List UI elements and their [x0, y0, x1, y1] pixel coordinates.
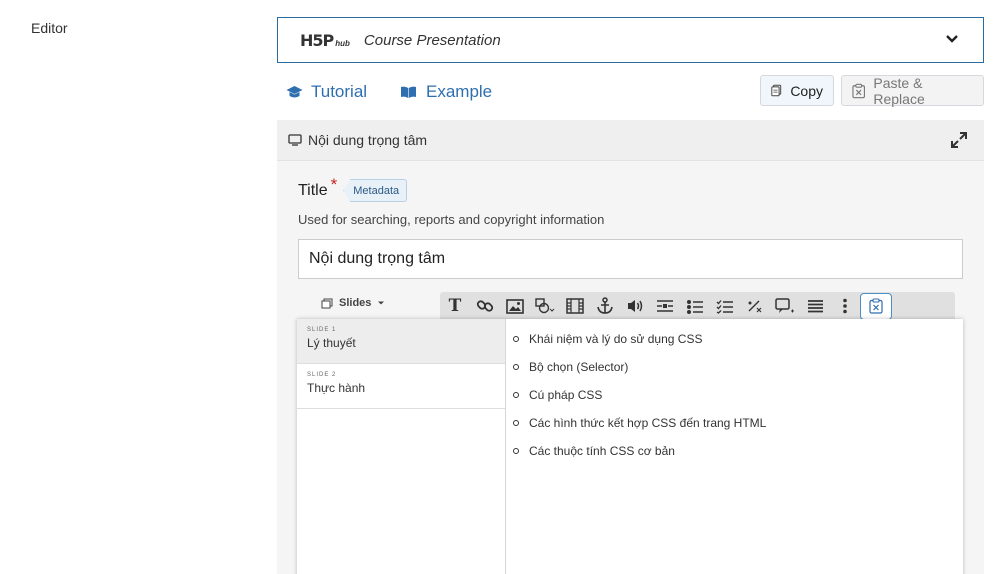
bullet-icon — [513, 420, 519, 426]
more-icon[interactable] — [830, 292, 860, 320]
audio-icon[interactable] — [620, 292, 650, 320]
math-icon[interactable] — [740, 292, 770, 320]
image-icon[interactable] — [500, 292, 530, 320]
panel-title: Nội dung trọng tâm — [308, 132, 428, 148]
graduation-cap-icon — [286, 86, 303, 98]
tutorial-link[interactable]: Tutorial — [286, 82, 367, 102]
monitor-icon — [288, 134, 302, 146]
fill-blanks-icon[interactable] — [650, 292, 680, 320]
tutorial-label: Tutorial — [311, 82, 368, 101]
element-toolbar: T — [440, 292, 955, 320]
list-item: Bộ chọn (Selector) — [506, 360, 963, 388]
panel-header[interactable]: Nội dung trọng tâm — [277, 120, 984, 161]
multi-choice-icon[interactable] — [710, 292, 740, 320]
list-item: Khái niệm và lý do sử dụng CSS — [506, 332, 963, 360]
list-item: Các hình thức kết hợp CSS đến trang HTML — [506, 416, 963, 444]
list-item: Các thuộc tính CSS cơ bản — [506, 444, 963, 472]
presentation-canvas: SLIDE 1 Lý thuyết SLIDE 2 Thực hành Khái… — [297, 319, 963, 574]
slides-dropdown[interactable]: Slides — [321, 297, 385, 309]
example-link[interactable]: Example — [400, 82, 492, 102]
library-name: Course Presentation — [363, 31, 501, 49]
content-panel: Nội dung trọng tâm Title * Metadata Used… — [277, 120, 984, 574]
book-icon — [401, 86, 416, 98]
title-input[interactable]: Nội dung trọng tâm — [298, 239, 963, 279]
caret-down-icon — [378, 301, 385, 305]
library-selector[interactable]: H5P hub Course Presentation — [277, 17, 984, 63]
slide-title: Thực hành — [307, 381, 366, 395]
h5p-hub-logo: H5P hub — [300, 30, 350, 50]
slide-title: Lý thuyết — [307, 336, 356, 350]
clipboard-icon — [852, 83, 865, 98]
slides-icon — [321, 298, 333, 308]
link-icon[interactable] — [470, 292, 500, 320]
chevron-down-icon[interactable] — [945, 32, 959, 46]
title-description: Used for searching, reports and copyrigh… — [298, 212, 605, 227]
slide-number: SLIDE 1 — [307, 327, 337, 333]
list-item: Cú pháp CSS — [506, 388, 963, 416]
bullet-icon — [513, 364, 519, 370]
dialog-icon[interactable] — [770, 292, 800, 320]
slide-list: SLIDE 1 Lý thuyết SLIDE 2 Thực hành — [297, 319, 506, 574]
copy-button[interactable]: Copy — [760, 75, 834, 106]
paste-replace-button[interactable]: Paste & Replace — [841, 74, 984, 107]
example-label: Example — [426, 82, 493, 101]
single-choice-icon[interactable] — [680, 292, 710, 320]
paste-replace-label: Paste & Replace — [873, 74, 925, 107]
video-icon[interactable] — [560, 292, 590, 320]
title-field-label-row: Title * Metadata — [298, 175, 408, 202]
bullet-icon — [513, 336, 519, 342]
text-icon[interactable]: T — [440, 292, 470, 320]
bullet-icon — [513, 392, 519, 398]
title-label: Title — [298, 181, 328, 199]
paste-icon[interactable] — [860, 292, 892, 320]
shapes-icon[interactable] — [530, 292, 560, 320]
slides-dropdown-label: Slides — [339, 297, 372, 309]
anchor-icon[interactable] — [590, 292, 620, 320]
slide-item[interactable]: SLIDE 2 Thực hành — [297, 364, 505, 409]
slide-item[interactable]: SLIDE 1 Lý thuyết — [297, 319, 505, 364]
editor-label: Editor — [31, 20, 68, 36]
required-mark: * — [330, 174, 338, 194]
list-icon[interactable] — [800, 292, 830, 320]
bullet-icon — [513, 448, 519, 454]
expand-icon[interactable] — [950, 131, 968, 149]
slide-content[interactable]: Khái niệm và lý do sử dụng CSS Bộ chọn (… — [506, 319, 963, 574]
metadata-button[interactable]: Metadata — [343, 179, 408, 202]
copy-label: Copy — [790, 82, 823, 99]
slide-number: SLIDE 2 — [307, 372, 337, 378]
copy-icon — [771, 84, 782, 97]
